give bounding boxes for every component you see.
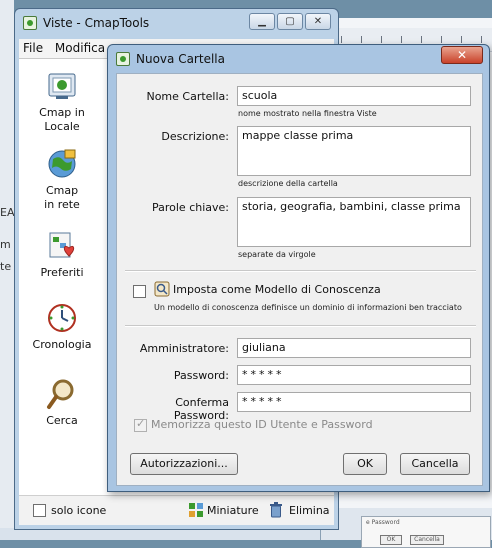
background-letters: EA [0,206,15,219]
menu-modifica[interactable]: Modifica [51,39,109,57]
trash-icon [270,502,282,518]
dialog-titlebar[interactable]: Nuova Cartella ✕ [108,45,489,73]
cmap-network-icon [48,149,76,178]
cmaptools-app-icon [116,52,130,66]
history-icon [48,304,76,332]
viste-close-button[interactable]: ✕ [305,13,331,30]
descrizione-label: Descrizione: [161,130,229,143]
viste-window-title: Viste - CmapTools [43,16,150,30]
knowledge-model-icon [154,281,170,297]
dialog-body: Nome Cartella: scuola nome mostrato nell… [116,73,483,486]
amministratore-input[interactable]: giuliana [237,338,471,358]
modello-conoscenza-description: Un modello di conoscenza definisce un do… [154,303,462,312]
viste-titlebar[interactable]: Viste - CmapTools ▁ ▢ ✕ [15,9,338,37]
nav-favorites[interactable]: Preferiti [25,229,99,280]
ok-button[interactable]: OK [343,453,387,475]
maximize-button[interactable]: ▢ [277,13,303,30]
background-mini-ok: OK [380,535,402,545]
separator [125,325,476,327]
autorizzazioni-button[interactable]: Autorizzazioni... [130,453,238,475]
nome-cartella-input[interactable]: scuola [237,86,471,106]
solo-icone-label: solo icone [51,504,107,517]
miniature-button[interactable]: Miniature [207,504,259,517]
solo-icone-checkbox[interactable] [33,504,46,517]
nome-cartella-label: Nome Cartella: [146,90,229,103]
menu-file[interactable]: File [19,39,47,57]
nav-search[interactable]: Cerca [25,377,99,428]
amministratore-label: Amministratore: [139,342,229,355]
viste-footer: solo icone Miniature Elimina [19,495,334,525]
dialog-close-button[interactable]: ✕ [441,46,483,64]
parole-chiave-label: Parole chiave: [151,201,229,214]
favorites-icon [49,232,75,258]
cancella-button[interactable]: Cancella [400,453,470,475]
elimina-button[interactable]: Elimina [289,504,330,517]
memorizza-label: Memorizza questo ID Utente e Password [151,418,373,431]
background-left-strip: EA m te [0,0,14,540]
descrizione-hint: descrizione della cartella [238,179,338,188]
password-label: Password: [173,369,229,382]
parole-chiave-hint: separate da virgole [238,250,316,259]
parole-chiave-textarea[interactable]: storia, geografia, bambini, classe prima [237,197,471,247]
checkmark-icon: ✓ [136,417,146,430]
background-mini-dialog: e Password OK Cancella [361,516,491,548]
modello-conoscenza-checkbox[interactable] [133,285,146,298]
thumbnails-icon [189,503,203,517]
modello-conoscenza-label: Imposta come Modello di Conoscenza [173,283,381,296]
conferma-password-input[interactable]: ***** [237,392,471,412]
nav-cmap-local[interactable]: Cmap in Locale [25,69,99,134]
dialog-title: Nuova Cartella [136,52,225,66]
minimize-button[interactable]: ▁ [249,13,275,30]
separator [125,270,476,272]
nav-history[interactable]: Cronologia [25,301,99,352]
nome-cartella-hint: nome mostrato nella finestra Viste [238,109,377,118]
nuova-cartella-dialog: Nuova Cartella ✕ Nome Cartella: scuola n… [107,44,490,492]
nav-cmap-network[interactable]: Cmap in rete [25,147,99,212]
background-mini-dialog-area: e Password OK Cancella [321,508,492,548]
background-mini-cancel: Cancella [410,535,444,545]
search-icon [47,379,74,409]
cmap-local-icon [48,73,76,99]
cmaptools-app-icon [23,16,37,30]
background-letters: m [0,238,11,251]
descrizione-textarea[interactable]: mappe classe prima [237,126,471,176]
background-letters: te [0,260,12,273]
password-input[interactable]: ***** [237,365,471,385]
